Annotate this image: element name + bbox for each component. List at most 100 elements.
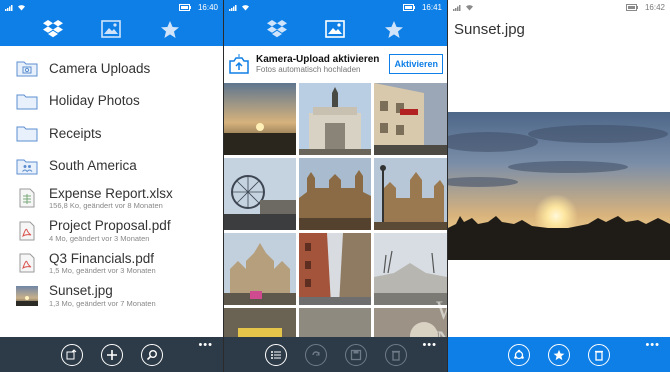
item-meta: 1,3 Mo, geändert vor 7 Monaten [49,298,156,308]
add-button[interactable] [100,343,123,366]
photos-screen: 16:41 Kamera-Upload aktivieren Fotos aut… [224,0,447,372]
photo-thumbnail[interactable] [224,158,296,230]
dropbox-icon [267,20,288,38]
photo-grid [224,83,447,372]
banner-title: Kamera-Upload aktivieren [256,53,380,65]
photo-thumbnail[interactable] [224,233,296,305]
signal-icon [229,4,237,11]
star-icon [553,349,565,360]
more-options-icon[interactable]: ••• [645,339,660,351]
favorite-button[interactable] [548,343,570,366]
share-button[interactable] [508,343,530,366]
item-name: Project Proposal.pdf [49,218,171,234]
camera-upload-icon [229,54,249,74]
wifi-icon [466,4,473,10]
search-icon [146,349,157,360]
list-item[interactable]: Camera Uploads [0,52,223,85]
tab-files[interactable] [265,17,289,41]
list-item[interactable]: Sunset.jpg 1,3 Mo, geändert vor 7 Monaten [0,280,223,313]
list-item[interactable]: South America [0,150,223,183]
file-browser-screen: 16:40 Camera Uploads Holiday Photos Rece… [0,0,223,372]
folder-icon [16,90,38,112]
upload-button[interactable] [60,343,83,366]
battery-icon [402,3,415,11]
list-item[interactable]: Project Proposal.pdf 4 Mo, geändert vor 3… [0,215,223,248]
shared-folder-icon [16,155,38,177]
tab-photos[interactable] [99,17,123,41]
wifi-icon [242,4,249,10]
share-icon [311,350,320,355]
item-name: South America [49,158,137,173]
bottom-app-bar: ••• [224,337,447,372]
photo-thumbnail[interactable] [299,233,371,305]
clock: 16:42 [644,2,665,12]
trash-icon [595,350,603,361]
dropbox-icon [43,20,64,38]
tab-files[interactable] [41,17,65,41]
item-meta: 4 Mo, geändert vor 3 Monaten [49,233,150,243]
more-options-icon[interactable]: ••• [422,339,437,351]
item-name: Q3 Financials.pdf [49,250,155,266]
photo-thumbnail[interactable] [374,233,447,305]
photo-icon [325,20,346,38]
delete-button[interactable] [384,343,407,366]
banner-subtitle: Fotos automatisch hochladen [256,65,361,75]
search-button[interactable] [140,343,163,366]
status-bar: 16:40 [0,0,223,14]
file-list: Camera Uploads Holiday Photos Receipts S… [0,52,223,312]
bottom-app-bar: ••• [0,337,223,372]
list-item[interactable]: Q3 Financials.pdf 1,5 Mo, geändert vor 3 … [0,247,223,280]
star-icon [160,20,179,38]
tab-favorites[interactable] [382,17,406,41]
tab-favorites[interactable] [158,17,182,41]
list-item[interactable]: Expense Report.xlsx 156,8 Ko, geändert vo… [0,182,223,215]
activate-button[interactable]: Aktivieren [389,54,443,74]
photo-title: Sunset.jpg [454,21,525,38]
list-item[interactable]: Receipts [0,117,223,150]
sunset-photo[interactable] [448,112,670,260]
list-icon [270,350,281,359]
photo-thumbnail[interactable] [224,83,296,155]
photo-thumbnail[interactable] [374,158,447,230]
trash-icon [391,350,400,361]
share-button[interactable] [304,343,327,366]
item-name: Expense Report.xlsx [49,185,173,201]
photo-icon [101,20,122,38]
clock: 16:41 [421,2,442,12]
item-name: Camera Uploads [49,60,151,76]
camera-folder-icon [16,57,38,79]
tab-photos[interactable] [323,17,347,41]
save-button[interactable] [344,343,367,366]
top-app-bar: 16:41 [224,0,447,46]
item-name: Receipts [49,125,102,141]
photo-thumbnail[interactable] [299,158,371,230]
item-meta: 156,8 Ko, geändert vor 8 Monaten [49,201,163,211]
photo-thumbnail[interactable] [299,83,371,155]
item-meta: 1,5 Mo, geändert vor 3 Monaten [49,266,156,276]
status-bar: 16:42 [448,0,670,14]
photo-thumbnail[interactable] [374,83,447,155]
top-app-bar: 16:40 [0,0,223,46]
pdf-icon [16,252,38,274]
status-bar: 16:41 [224,0,447,14]
star-icon [384,20,403,38]
select-button[interactable] [264,343,287,366]
clock: 16:40 [197,2,218,12]
wifi-icon [18,4,25,10]
list-item[interactable]: Holiday Photos [0,85,223,118]
share-icon [514,349,524,359]
battery-icon [178,3,191,11]
pdf-icon [16,220,38,242]
image-thumbnail [16,285,38,307]
item-name: Holiday Photos [49,93,140,108]
upload-icon [66,348,76,359]
signal-icon [453,4,461,11]
folder-icon [16,122,38,144]
delete-button[interactable] [588,343,610,366]
item-name: Sunset.jpg [49,283,113,299]
more-options-icon[interactable]: ••• [198,339,213,351]
document-icon [16,187,38,209]
save-icon [350,349,361,360]
battery-icon [625,3,638,11]
plus-icon [106,349,117,360]
